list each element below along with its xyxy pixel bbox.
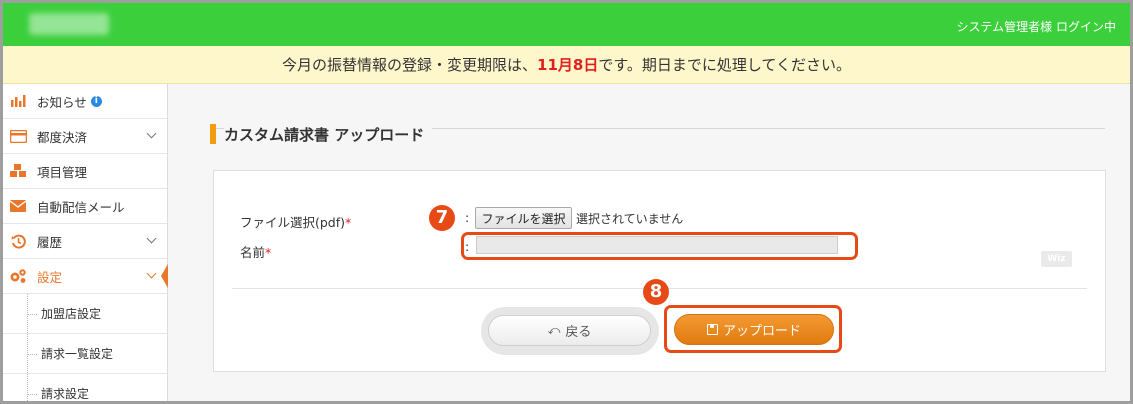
sidebar-item-label: お知らせ — [37, 94, 87, 110]
back-button-label: 戻る — [565, 325, 592, 340]
choose-file-button[interactable]: ファイルを選択 — [475, 207, 572, 229]
step-badge-8: 8 — [643, 279, 669, 305]
chevron-down-icon — [146, 268, 157, 279]
sidebar-item-label: 履歴 — [37, 234, 63, 250]
step-badge-7: 7 — [429, 205, 455, 231]
highlight-box-step7 — [461, 232, 858, 260]
section-header: カスタム請求書 アップロード — [210, 122, 1105, 146]
required-mark: * — [345, 215, 352, 230]
sidebar-item-label: 自動配信メール — [37, 199, 125, 215]
required-mark: * — [265, 245, 272, 260]
file-select-label-text: ファイル選択(pdf) — [240, 215, 346, 230]
notice-prefix: 今月の振替情報の登録・変更期限は、 — [282, 56, 538, 74]
notice-deadline: 11月8日 — [537, 56, 599, 74]
main-content: カスタム請求書 アップロード ファイル選択(pdf)* : ファイルを選択 選択… — [168, 84, 1130, 401]
sidebar-item-settings[interactable]: 設定 — [3, 259, 168, 294]
cubes-icon — [9, 162, 27, 180]
credit-card-icon — [9, 127, 27, 145]
back-button[interactable]: ⤺ 戻る — [488, 315, 651, 346]
sidebar: お知らせ i 都度決済 項目管理 自動配信メール 履歴 設定 加盟店設定 請求一… — [3, 84, 168, 401]
upload-button[interactable]: アップロード — [674, 314, 834, 345]
chevron-down-icon — [146, 128, 157, 139]
info-icon: i — [90, 95, 102, 107]
page-title: カスタム請求書 アップロード — [224, 124, 433, 145]
bar-chart-icon — [9, 92, 27, 110]
wiz-badge: Wiz — [1041, 251, 1072, 267]
app-window: システム管理者様 ログイン中 今月の振替情報の登録・変更期限は、11月8日です。… — [0, 0, 1133, 404]
login-status: システム管理者様 ログイン中 — [956, 20, 1116, 34]
name-label-text: 名前 — [240, 245, 266, 260]
back-button-wrap: ⤺ 戻る — [481, 307, 659, 355]
file-select-label: ファイル選択(pdf)* — [240, 212, 351, 231]
field-colon: : — [465, 210, 470, 225]
sidebar-item-label: 設定 — [37, 269, 63, 285]
name-label: 名前* — [240, 242, 271, 261]
sidebar-subitem-merchant-settings[interactable]: 加盟店設定 — [3, 294, 167, 334]
sidebar-item-label: 項目管理 — [37, 164, 88, 180]
section-accent-bar — [210, 124, 216, 144]
upload-button-label: アップロード — [722, 324, 801, 339]
deadline-notice: 今月の振替情報の登録・変更期限は、11月8日です。期日までに処理してください。 — [3, 46, 1130, 84]
sidebar-subitem-invoice-list-settings[interactable]: 請求一覧設定 — [3, 334, 167, 374]
gears-icon — [9, 267, 27, 285]
sidebar-item-items[interactable]: 項目管理 — [3, 154, 167, 189]
file-status-text: 選択されていません — [576, 212, 684, 226]
history-icon — [9, 232, 27, 250]
top-bar: システム管理者様 ログイン中 — [3, 3, 1130, 46]
sidebar-item-auto-mail[interactable]: 自動配信メール — [3, 189, 167, 224]
sidebar-item-history[interactable]: 履歴 — [3, 224, 167, 259]
sidebar-subitem-invoice-settings[interactable]: 請求設定 — [3, 374, 167, 401]
sidebar-item-per-payment[interactable]: 都度決済 — [3, 119, 167, 154]
envelope-icon — [9, 197, 27, 215]
chevron-down-icon — [146, 233, 157, 244]
save-icon — [706, 324, 718, 335]
notice-suffix: です。期日までに処理してください。 — [598, 56, 851, 74]
sidebar-item-label: 都度決済 — [37, 129, 88, 145]
logo — [29, 13, 109, 35]
upload-form-panel: ファイル選択(pdf)* : ファイルを選択 選択されていません 名前* : 7… — [213, 170, 1106, 372]
sidebar-item-news[interactable]: お知らせ i — [3, 84, 167, 119]
reply-arrow-icon: ⤺ — [547, 323, 561, 337]
